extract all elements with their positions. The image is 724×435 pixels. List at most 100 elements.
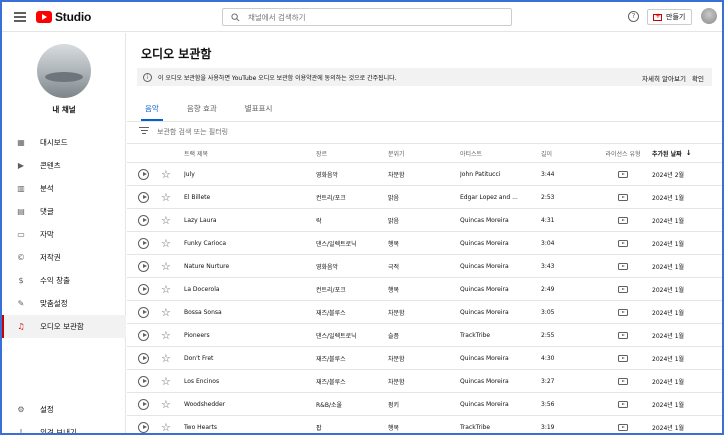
sidebar-item-comments[interactable]: ▤ 댓글 — [2, 200, 126, 223]
play-icon — [138, 398, 149, 410]
table-row[interactable]: ☆ Two Hearts 팝 행복 TrackTribe 3:19 2024년 1월 — [127, 416, 722, 433]
column-header-date[interactable]: 추가된 날짜 ↓ — [652, 144, 716, 162]
studio-logo[interactable]: Studio — [36, 10, 91, 24]
help-icon[interactable]: ? — [628, 11, 639, 22]
search-input[interactable] — [248, 12, 488, 22]
star-button[interactable]: ☆ — [161, 209, 171, 231]
track-artist: Quincas Moreira — [460, 216, 509, 224]
sidebar-item-audio-library[interactable]: ♫ 오디오 보관함 — [2, 315, 126, 338]
license-info[interactable] — [599, 255, 647, 277]
learn-more-link[interactable]: 자세히 알아보기 — [642, 73, 686, 83]
license-info[interactable] — [599, 209, 647, 231]
sidebar-item-monetization[interactable]: $ 수익 창출 — [2, 269, 126, 292]
track-artist: Quincas Moreira — [460, 239, 509, 247]
star-icon: ☆ — [161, 374, 171, 388]
star-button[interactable]: ☆ — [161, 232, 171, 254]
star-button[interactable]: ☆ — [161, 278, 171, 300]
license-info[interactable] — [599, 232, 647, 254]
star-button[interactable]: ☆ — [161, 255, 171, 277]
confirm-button[interactable]: 확인 — [692, 73, 704, 83]
sidebar-nav: ▦ 대시보드 ▶ 콘텐츠 ▥ 분석 ▤ 댓글 ▭ 자막 © 저작권 $ 수익 창… — [2, 131, 126, 338]
track-mood: 행복 — [388, 286, 400, 294]
license-info[interactable] — [599, 278, 647, 300]
sidebar-item-dashboard[interactable]: ▦ 대시보드 — [2, 131, 126, 154]
filter-input[interactable] — [157, 127, 317, 136]
column-header-mood[interactable]: 분위기 — [388, 144, 448, 162]
play-button[interactable] — [138, 370, 149, 392]
track-length: 3:27 — [541, 377, 555, 385]
star-button[interactable]: ☆ — [161, 347, 171, 369]
table-row[interactable]: ☆ Funky Carioca 댄스/일렉트로닉 행복 Quincas Moreira 3… — [127, 232, 722, 255]
menu-icon[interactable] — [14, 12, 26, 22]
play-button[interactable] — [138, 232, 149, 254]
play-button[interactable] — [138, 347, 149, 369]
star-button[interactable]: ☆ — [161, 324, 171, 346]
license-icon — [618, 377, 628, 385]
sidebar-item-copyright[interactable]: © 저작권 — [2, 246, 126, 269]
star-button[interactable]: ☆ — [161, 370, 171, 392]
play-button[interactable] — [138, 186, 149, 208]
notice-text: 이 오디오 보관함을 사용하면 YouTube 오디오 보관함 이용약관에 동의… — [158, 74, 397, 82]
track-genre: 영화음악 — [316, 171, 339, 179]
column-header-title[interactable]: 트랙 제목 — [184, 144, 304, 162]
tab-starred[interactable]: 별표표시 — [241, 99, 277, 121]
star-button[interactable]: ☆ — [161, 416, 171, 433]
play-icon — [138, 306, 149, 318]
play-button[interactable] — [138, 416, 149, 433]
star-icon: ☆ — [161, 397, 171, 411]
filter-bar[interactable] — [139, 127, 317, 136]
license-info[interactable] — [599, 347, 647, 369]
table-row[interactable]: ☆ Los Encinos 재즈/블루스 차분함 Quincas Moreira 3:27… — [127, 370, 722, 393]
sidebar-item-feedback[interactable]: ! 의견 보내기 — [2, 421, 126, 435]
tab-sound-effects[interactable]: 음향 효과 — [183, 99, 221, 121]
account-avatar[interactable] — [701, 8, 717, 24]
license-info[interactable] — [599, 163, 647, 185]
column-header-artist[interactable]: 아티스트 — [460, 144, 520, 162]
star-button[interactable]: ☆ — [161, 301, 171, 323]
star-button[interactable]: ☆ — [161, 163, 171, 185]
comments-icon: ▤ — [17, 207, 25, 216]
sidebar-item-analytics[interactable]: ▥ 분석 — [2, 177, 126, 200]
sidebar-item-customization[interactable]: ✎ 맞춤설정 — [2, 292, 126, 315]
play-button[interactable] — [138, 324, 149, 346]
license-info[interactable] — [599, 393, 647, 415]
table-row[interactable]: ☆ La Docerola 컨트리/포크 행복 Quincas Moreira 2:49 2… — [127, 278, 722, 301]
license-icon — [618, 423, 628, 431]
license-info[interactable] — [599, 186, 647, 208]
column-header-genre[interactable]: 장르 — [316, 144, 386, 162]
table-row[interactable]: ☆ Lazy Laura 락 밝음 Quincas Moreira 4:31 2024년 1… — [127, 209, 722, 232]
license-info[interactable] — [599, 301, 647, 323]
play-button[interactable] — [138, 209, 149, 231]
star-button[interactable]: ☆ — [161, 186, 171, 208]
table-row[interactable]: ☆ Bossa Sonsa 재즈/블루스 차분함 Quincas Moreira 3:05… — [127, 301, 722, 324]
table-row[interactable]: ☆ Pioneers 댄스/일렉트로닉 슬픔 TrackTribe 2:55 2024년 1… — [127, 324, 722, 347]
tab-music[interactable]: 음악 — [141, 99, 163, 121]
play-button[interactable] — [138, 255, 149, 277]
table-row[interactable]: ☆ July 영화음악 차분함 John Patitucci 3:44 2024년 2월 — [127, 163, 722, 186]
star-button[interactable]: ☆ — [161, 393, 171, 415]
channel-name[interactable]: 내 채널 — [2, 104, 126, 115]
feedback-icon: ! — [19, 428, 23, 435]
license-info[interactable] — [599, 324, 647, 346]
play-button[interactable] — [138, 163, 149, 185]
column-header-length[interactable]: 길이 — [541, 144, 571, 162]
license-info[interactable] — [599, 370, 647, 392]
license-info[interactable] — [599, 416, 647, 433]
search-bar[interactable] — [222, 8, 512, 26]
play-icon — [138, 168, 149, 180]
sidebar-item-content[interactable]: ▶ 콘텐츠 — [2, 154, 126, 177]
sidebar-item-subtitles[interactable]: ▭ 자막 — [2, 223, 126, 246]
column-header-license[interactable]: 라이선스 유형 — [599, 144, 647, 162]
table-row[interactable]: ☆ Don't Fret 재즈/블루스 차분함 Quincas Moreira 4:30 2… — [127, 347, 722, 370]
channel-avatar[interactable] — [37, 44, 91, 98]
play-button[interactable] — [138, 301, 149, 323]
table-row[interactable]: ☆ El Billete 컨트리/포크 밝음 Edgar Lopez and ... 2:… — [127, 186, 722, 209]
sidebar-item-settings[interactable]: ⚙ 설정 — [2, 398, 126, 421]
create-button[interactable]: 만들기 — [647, 9, 692, 25]
table-row[interactable]: ☆ Woodshedder R&B/소울 펑키 Quincas Moreira 3:56 2… — [127, 393, 722, 416]
track-mood: 펑키 — [388, 401, 400, 409]
filter-icon — [139, 127, 149, 136]
play-button[interactable] — [138, 278, 149, 300]
play-button[interactable] — [138, 393, 149, 415]
table-row[interactable]: ☆ Nature Nurture 영화음악 극적 Quincas Moreira 3:43… — [127, 255, 722, 278]
